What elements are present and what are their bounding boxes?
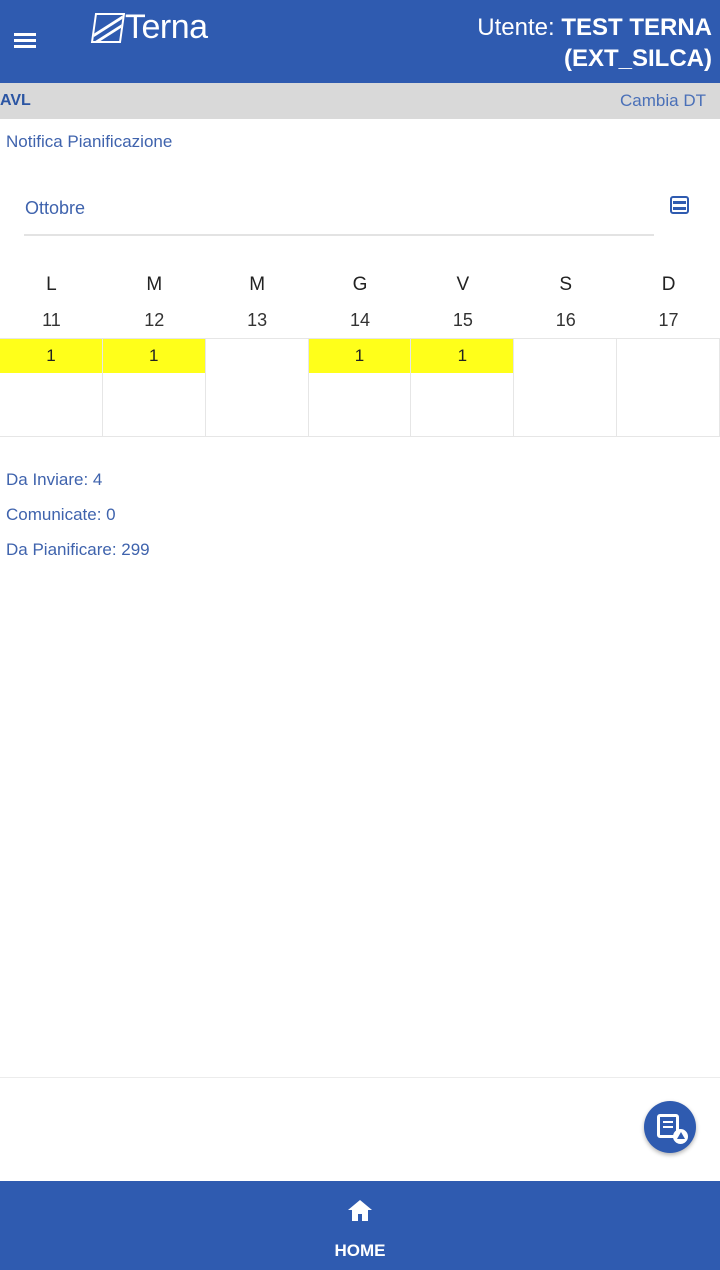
day-number: 14	[349, 310, 370, 330]
change-dt-link[interactable]: Cambia DT	[620, 91, 706, 111]
stat-comunicate: Comunicate: 0	[6, 505, 116, 524]
context-label: AVL	[0, 92, 31, 109]
day-name: S	[559, 274, 573, 295]
app-header: Terna Utente: TEST TERNA (EXT_SILCA)	[0, 0, 720, 83]
day-number: 11	[42, 310, 61, 330]
week-header: L M M G V S D 11 12 13 14 15 16 17	[0, 268, 720, 338]
sub-bar: AVL Cambia DT	[0, 83, 720, 119]
page-title: Notifica Pianificazione	[6, 132, 173, 151]
day-name: G	[352, 274, 368, 295]
day-number: 16	[555, 310, 576, 330]
day-cell[interactable]: 1	[411, 339, 515, 437]
upload-arrow-icon	[673, 1129, 688, 1144]
user-name-line2: (EXT_SILCA)	[563, 45, 712, 72]
day-cell[interactable]: 1	[102, 339, 206, 437]
menu-icon[interactable]	[14, 30, 40, 52]
day-number: 15	[452, 310, 473, 330]
divider	[0, 1077, 720, 1078]
logo-text: Terna	[125, 8, 208, 46]
calendar-icon[interactable]	[670, 196, 689, 214]
day-number: 17	[658, 310, 679, 330]
day-count	[617, 339, 719, 373]
day-count: 1	[308, 339, 411, 373]
day-name: D	[661, 274, 676, 295]
stat-da-inviare: Da Inviare: 4	[6, 470, 103, 489]
day-count: 1	[411, 339, 514, 373]
day-cell[interactable]	[205, 339, 309, 437]
calendar-grid: 1 1 1 1	[0, 338, 720, 437]
month-field[interactable]: Ottobre	[24, 186, 654, 236]
user-prefix: Utente:	[477, 14, 562, 41]
terna-logo: Terna	[90, 8, 208, 47]
day-cell[interactable]: 1	[0, 339, 103, 437]
day-name: L	[46, 274, 57, 295]
document-upload-button[interactable]	[644, 1101, 696, 1153]
day-name: V	[456, 274, 470, 295]
stat-da-pianificare: Da Pianificare: 299	[6, 540, 150, 559]
terna-logo-mark-icon	[90, 12, 126, 43]
month-value: Ottobre	[25, 198, 86, 218]
day-cell[interactable]: 1	[308, 339, 412, 437]
day-name: M	[146, 274, 163, 295]
day-number: 13	[247, 310, 268, 330]
home-label: HOME	[334, 1241, 386, 1260]
stats-summary: Da Inviare: 4 Comunicate: 0 Da Pianifica…	[6, 462, 150, 567]
day-cell[interactable]	[514, 339, 618, 437]
day-count: 1	[102, 339, 205, 373]
home-icon	[348, 1200, 372, 1222]
day-count	[514, 339, 616, 373]
user-info: Utente: TEST TERNA (EXT_SILCA)	[477, 12, 712, 74]
day-cell[interactable]	[617, 339, 720, 437]
day-count	[206, 339, 308, 373]
user-name-line1: TEST TERNA	[561, 14, 712, 41]
bottom-nav: HOME	[0, 1181, 720, 1270]
day-count: 1	[0, 339, 102, 373]
day-name: M	[249, 274, 266, 295]
day-number: 12	[144, 310, 165, 330]
home-tab[interactable]: HOME	[310, 1181, 410, 1270]
